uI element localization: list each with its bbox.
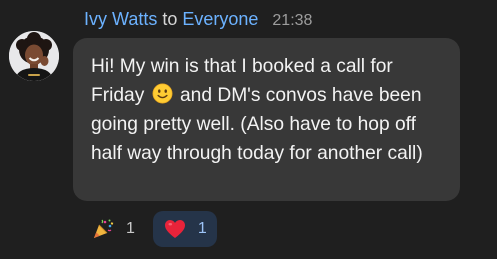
message-text: Hi! My win is that I booked a call for F…: [91, 52, 446, 168]
reaction-party-popper[interactable]: 1: [84, 211, 141, 247]
red-heart-icon: [164, 220, 185, 238]
slightly-smiling-face-icon: [152, 83, 173, 104]
message-bubble[interactable]: Hi! My win is that I booked a call for F…: [73, 38, 460, 201]
reaction-red-heart[interactable]: 1: [152, 211, 217, 247]
party-popper-icon: [94, 219, 114, 238]
chat-message: Ivy Watts to Everyone 21:38 Hi! My win i…: [0, 0, 497, 259]
to-label: to: [162, 9, 178, 29]
reaction-count: 1: [126, 220, 135, 237]
message-timestamp: 21:38: [272, 12, 313, 29]
avatar-photo: [9, 31, 59, 81]
sender-name[interactable]: Ivy Watts: [84, 9, 157, 30]
recipient-name[interactable]: Everyone: [182, 9, 258, 30]
reaction-count: 1: [197, 220, 207, 237]
reactions-bar: 1 1: [84, 211, 217, 247]
message-header: Ivy Watts to Everyone 21:38: [84, 9, 312, 33]
avatar[interactable]: [9, 31, 59, 81]
